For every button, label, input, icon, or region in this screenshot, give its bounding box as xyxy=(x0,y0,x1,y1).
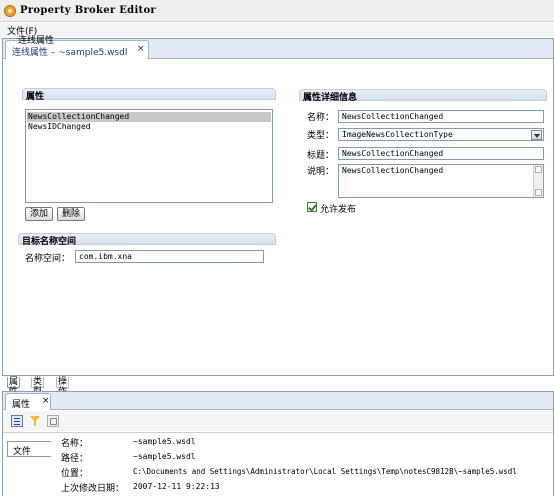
type-select-value: ImageNewsCollectionType xyxy=(342,130,453,139)
caption-label: 标题： xyxy=(307,151,335,161)
tab-types[interactable]: 类型 xyxy=(31,377,45,397)
chevron-down-icon[interactable] xyxy=(531,130,542,140)
type-label: 类型： xyxy=(307,131,335,141)
prop-value-location: C:\Documents and Settings\Administrator\… xyxy=(133,467,517,476)
list-item[interactable]: NewsCollectionChanged xyxy=(27,112,271,122)
properties-view-tab-label: 属性 xyxy=(12,400,31,410)
prop-value-name: ~sample5.wsdl xyxy=(133,437,196,446)
editor-tab-label: 连线属性 – ~sample5.wsdl xyxy=(12,48,128,58)
description-text: NewsCollectionChanged xyxy=(342,166,444,175)
prop-label-name: 名称： xyxy=(61,439,89,449)
menu-bar: 文件(F) xyxy=(0,23,554,37)
editor-tab-bar: 连线属性 – ~sample5.wsdl × xyxy=(3,39,553,59)
filter-icon[interactable] xyxy=(29,415,41,427)
properties-list[interactable]: NewsCollectionChanged NewsIDChanged xyxy=(25,109,273,203)
namespace-section-title: 目标名称空间 xyxy=(22,237,77,247)
publish-checkbox[interactable] xyxy=(307,202,317,212)
add-button[interactable]: 添加 xyxy=(25,207,53,221)
properties-view-content: 文件 名称： ~sample5.wsdl 路径： ~sample5.wsdl 位… xyxy=(3,432,553,496)
name-field[interactable]: NewsCollectionChanged xyxy=(338,110,544,123)
title-bar: Property Broker Editor xyxy=(0,0,554,22)
categories-icon[interactable] xyxy=(11,415,23,427)
prop-value-modified: 2007-12-11 9:22:13 xyxy=(133,482,220,491)
list-item[interactable]: NewsIDChanged xyxy=(27,122,271,132)
properties-section-title: 属性 xyxy=(26,92,45,102)
app-icon xyxy=(4,5,16,17)
close-icon[interactable]: × xyxy=(42,396,50,406)
details-section-header: 属性详细信息 xyxy=(299,89,547,103)
namespace-section-header: 目标名称空间 xyxy=(18,233,276,247)
properties-view-tab-bar: 属性 × xyxy=(3,392,553,410)
scroll-up-icon[interactable] xyxy=(535,166,542,173)
prop-label-path: 路径： xyxy=(61,454,89,464)
prop-label-location: 位置： xyxy=(61,469,89,479)
type-select[interactable]: ImageNewsCollectionType xyxy=(338,128,544,141)
namespace-label: 名称空间： xyxy=(25,254,71,264)
tab-operations[interactable]: 操作 xyxy=(56,377,70,397)
form-title: 连线属性 xyxy=(18,36,55,46)
properties-view-toolbar xyxy=(3,411,553,431)
properties-view-tab[interactable]: 属性 × xyxy=(5,393,51,410)
name-label: 名称： xyxy=(307,113,335,123)
publish-label: 允许发布 xyxy=(320,205,357,215)
caption-field[interactable]: NewsCollectionChanged xyxy=(338,147,544,160)
delete-button[interactable]: 删除 xyxy=(57,207,85,221)
prop-label-modified: 上次修改日期： xyxy=(61,484,125,494)
window-title: Property Broker Editor xyxy=(20,5,156,16)
properties-view: 属性 × 文件 名称： ~sample5.wsdl 路径： ~sample5.w… xyxy=(2,391,554,496)
prop-value-path: ~sample5.wsdl xyxy=(133,452,196,461)
tab-properties[interactable]: 属性 xyxy=(7,377,21,397)
scroll-down-icon[interactable] xyxy=(535,189,542,196)
namespace-field[interactable]: com.ibm.xna xyxy=(75,250,264,263)
description-textarea[interactable]: NewsCollectionChanged xyxy=(338,164,544,198)
restore-defaults-icon[interactable] xyxy=(47,415,59,427)
description-label: 说明： xyxy=(307,167,335,177)
description-scrollbar[interactable] xyxy=(533,165,543,197)
side-tab-file[interactable]: 文件 xyxy=(7,441,51,457)
details-section-title: 属性详细信息 xyxy=(303,93,358,103)
close-icon[interactable]: × xyxy=(137,44,145,54)
properties-section-header: 属性 xyxy=(22,88,276,102)
